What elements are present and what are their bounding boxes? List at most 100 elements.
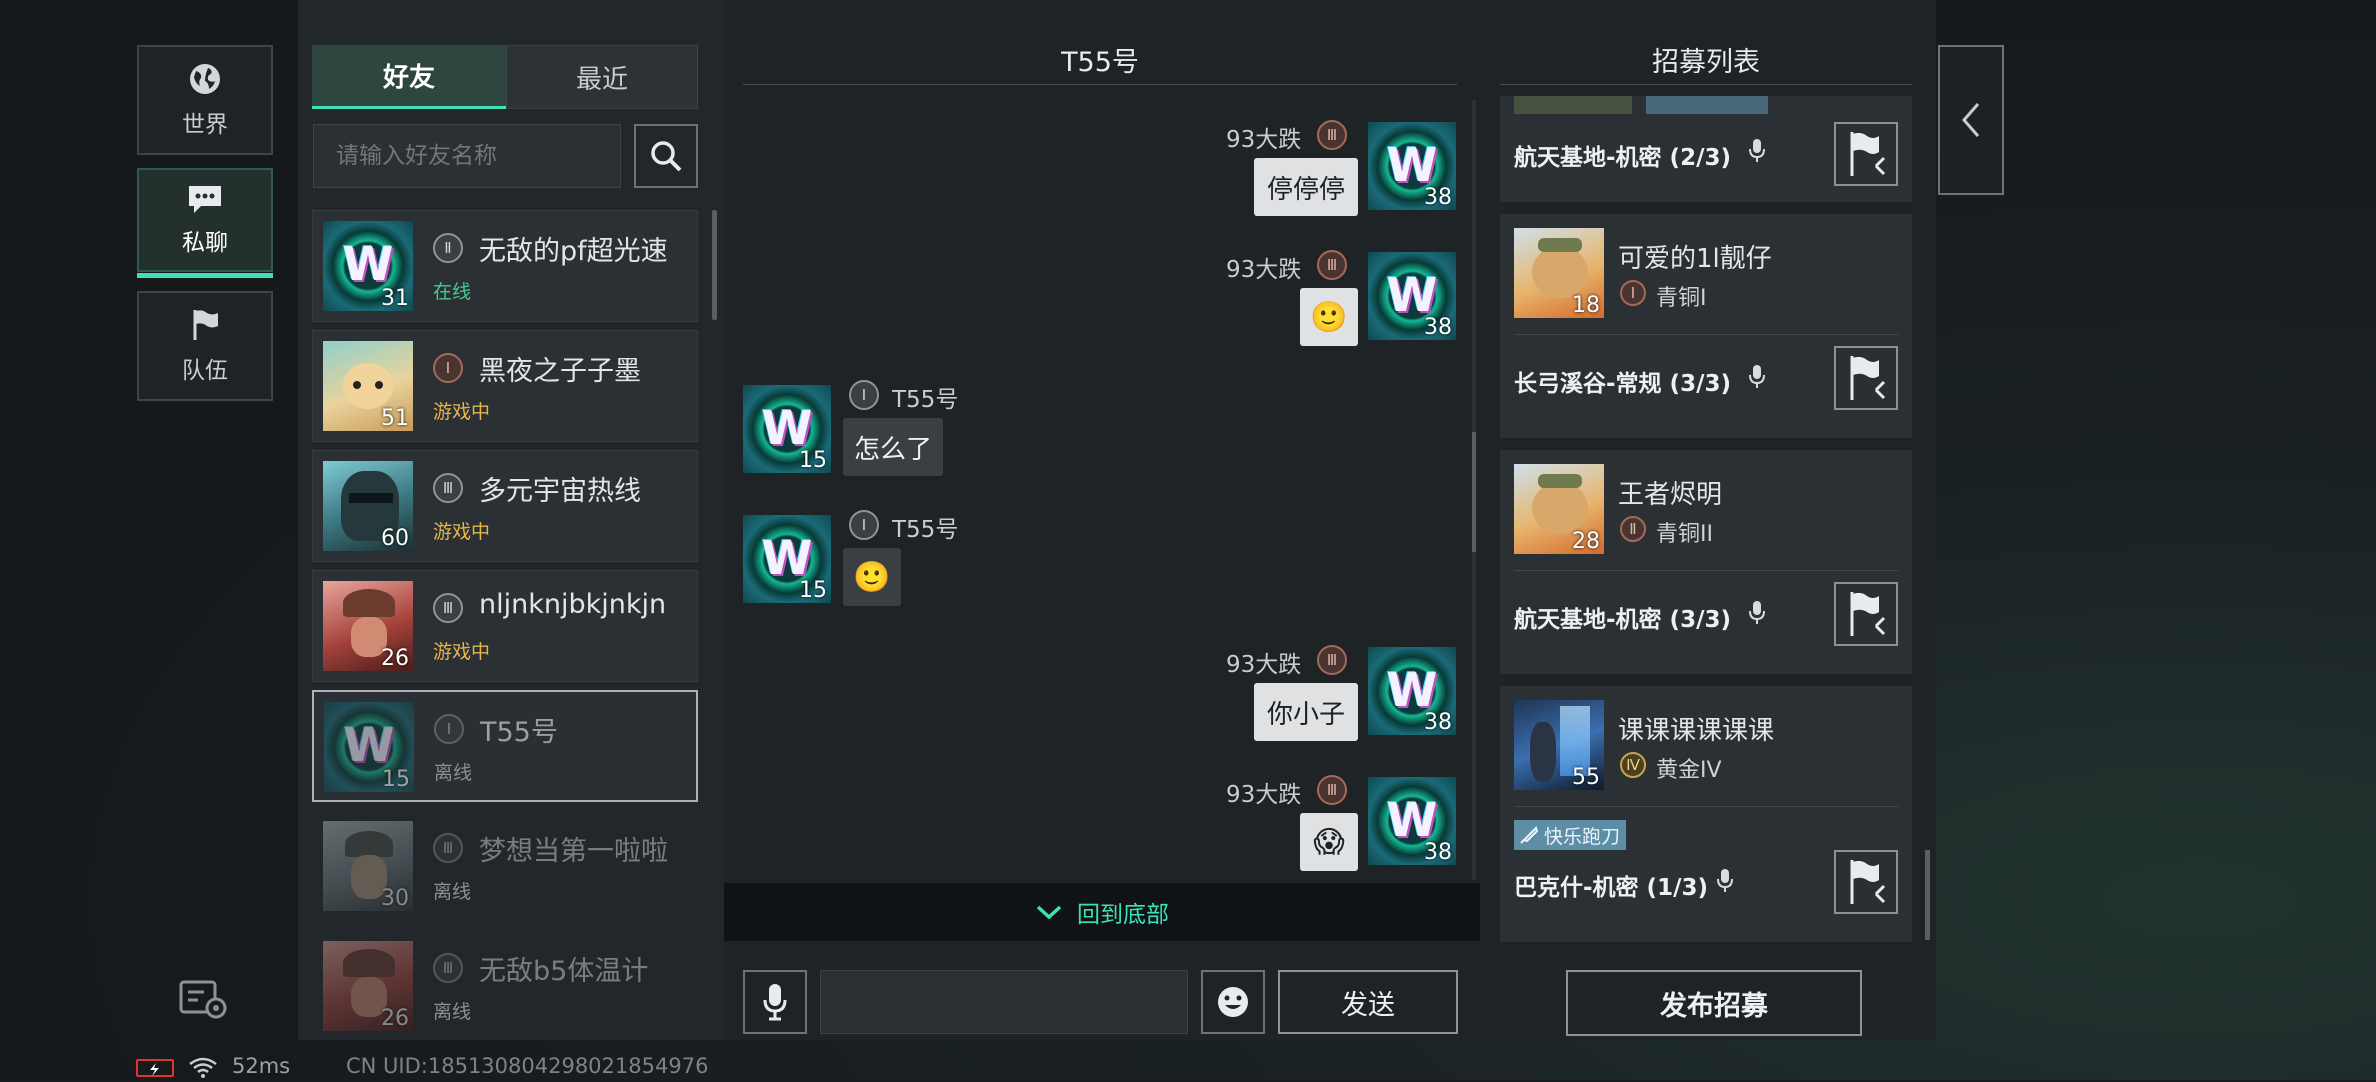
level-badge: 38 (1424, 710, 1452, 735)
chevron-left-icon (1962, 103, 1980, 137)
friend-avatar: 26 (323, 581, 413, 671)
emoji-button[interactable] (1201, 970, 1265, 1034)
card-divider (1514, 570, 1898, 571)
nav-private-chat-button[interactable]: 私聊 (137, 168, 273, 278)
chat-scrollbar[interactable] (1472, 432, 1476, 552)
friends-scrollbar[interactable] (712, 210, 717, 320)
ping-text: 52ms (232, 1054, 291, 1078)
level-badge: 51 (381, 406, 409, 431)
friend-row[interactable]: W 15 Ⅰ T55号 离线 (312, 690, 698, 802)
join-flag-icon (1850, 860, 1886, 904)
wifi-icon (188, 1056, 218, 1078)
friend-row[interactable]: 60 Ⅲ 多元宇宙热线 游戏中 (312, 450, 698, 562)
recruit-map-title: 航天基地-机密 (2/3) (1514, 145, 1731, 171)
friend-row[interactable]: 26 Ⅲ 无敌b5体温计 离线 (312, 930, 698, 1050)
recruiter-rank: 黄金IV (1656, 758, 1722, 783)
recruit-map-title: 巴克什-机密 (1/3) (1514, 875, 1708, 901)
tab-recent[interactable]: 最近 (506, 45, 698, 109)
friend-search-input[interactable] (313, 124, 621, 188)
publish-recruit-button[interactable]: 发布招募 (1566, 970, 1862, 1036)
friend-avatar: 60 (323, 461, 413, 551)
microphone-icon (1748, 364, 1766, 394)
friend-row[interactable]: W 31 Ⅱ 无敌的pf超光速 在线 (312, 210, 698, 322)
sender-avatar: W 38 (1368, 647, 1456, 735)
tag-strip (1646, 96, 1768, 114)
level-badge: 55 (1572, 765, 1600, 790)
back-to-bottom-button[interactable]: 回到底部 (724, 883, 1480, 941)
join-team-button[interactable] (1834, 346, 1898, 410)
friend-avatar: W 15 (324, 702, 414, 792)
friend-avatar: 30 (323, 821, 413, 911)
voice-button[interactable] (743, 970, 807, 1034)
collapse-panel-button[interactable] (1938, 45, 2004, 195)
recruiter-name: 课课课课课课 (1618, 716, 1775, 746)
recruiter-rank: 青铜I (1656, 286, 1707, 311)
friend-name: 无敌b5体温计 (479, 956, 649, 987)
knife-icon (1520, 826, 1539, 844)
send-button[interactable]: 发送 (1278, 970, 1458, 1034)
microphone-icon (1716, 868, 1734, 898)
recruiter-rank: 青铜II (1656, 522, 1713, 547)
level-badge: 15 (799, 448, 827, 473)
friend-name: T55号 (480, 717, 558, 748)
rank-icon: Ⅳ (1620, 752, 1646, 778)
nav-private-chat-label: 私聊 (182, 230, 228, 256)
message-input[interactable] (820, 970, 1188, 1034)
globe-icon (190, 64, 220, 94)
friend-status: 离线 (433, 881, 472, 903)
settings-icon[interactable] (178, 978, 230, 1022)
rank-icon: Ⅱ (433, 233, 463, 263)
friend-status: 游戏中 (433, 401, 491, 423)
recruit-map-title: 长弓溪谷-常规 (3/3) (1514, 371, 1731, 397)
recruit-tag-label: 快乐跑刀 (1544, 825, 1621, 848)
friend-name: nljnknjbkjnkjn (479, 589, 667, 620)
friend-name: 无敌的pf超光速 (479, 236, 668, 267)
nav-team-button[interactable]: 队伍 (137, 291, 273, 401)
rank-icon: Ⅲ (1317, 250, 1347, 280)
recruiter-name: 王者烬明 (1618, 480, 1723, 510)
friend-name: 多元宇宙热线 (479, 476, 641, 507)
recruiter-avatar: 28 (1514, 464, 1604, 554)
recruit-card: 航天基地-机密 (2/3) (1500, 96, 1912, 202)
rank-icon: Ⅱ (1620, 516, 1646, 542)
join-team-button[interactable] (1834, 122, 1898, 186)
recruit-card: 28 王者烬明 Ⅱ 青铜II 航天基地-机密 (3/3) (1500, 450, 1912, 674)
rank-icon: Ⅰ (1620, 280, 1646, 306)
recruiter-name: 可爱的1l靓仔 (1618, 244, 1772, 274)
level-badge: 26 (381, 646, 409, 671)
level-badge: 60 (381, 526, 409, 551)
search-button[interactable] (634, 124, 698, 188)
chevron-down-icon (1036, 905, 1062, 920)
rank-icon: Ⅲ (1317, 645, 1347, 675)
message-bubble: 🙂 (1300, 288, 1358, 346)
level-badge: 30 (381, 886, 409, 911)
sender-avatar: W 15 (743, 385, 831, 473)
sender-avatar: W 15 (743, 515, 831, 603)
recruiter-avatar: 18 (1514, 228, 1604, 318)
friend-row[interactable]: 26 Ⅲnljnknjbkjnkjn 游戏中 (312, 570, 698, 682)
recruit-card: 18 可爱的1l靓仔 Ⅰ 青铜I 长弓溪谷-常规 (3/3) (1500, 214, 1912, 438)
friend-row[interactable]: 51 Ⅰ 黑夜之子子墨 游戏中 (312, 330, 698, 442)
nav-world-button[interactable]: 世界 (137, 45, 273, 155)
rank-icon: Ⅲ (433, 833, 463, 863)
join-team-button[interactable] (1834, 850, 1898, 914)
recruit-title: 招募列表 (1652, 47, 1760, 78)
rank-icon: Ⅰ (849, 510, 879, 540)
recruit-title-divider (1500, 84, 1912, 85)
message-bubble: 你小子 (1254, 683, 1358, 741)
level-badge: 38 (1424, 840, 1452, 865)
friend-row[interactable]: 30 Ⅲ 梦想当第一啦啦 离线 (312, 810, 698, 930)
join-team-button[interactable] (1834, 582, 1898, 646)
level-badge: 15 (799, 578, 827, 603)
sender-avatar: W 38 (1368, 122, 1456, 210)
card-divider (1514, 334, 1898, 335)
tab-friends[interactable]: 好友 (312, 45, 506, 109)
level-badge: 15 (382, 767, 410, 792)
friend-status: 离线 (433, 1001, 472, 1023)
recruit-tag: 快乐跑刀 (1514, 820, 1627, 850)
level-badge: 28 (1572, 529, 1600, 554)
recruit-map-title: 航天基地-机密 (3/3) (1514, 607, 1731, 633)
rank-icon: Ⅰ (849, 380, 879, 410)
recruit-scrollbar[interactable] (1925, 850, 1930, 940)
microphone-icon (1748, 138, 1766, 168)
